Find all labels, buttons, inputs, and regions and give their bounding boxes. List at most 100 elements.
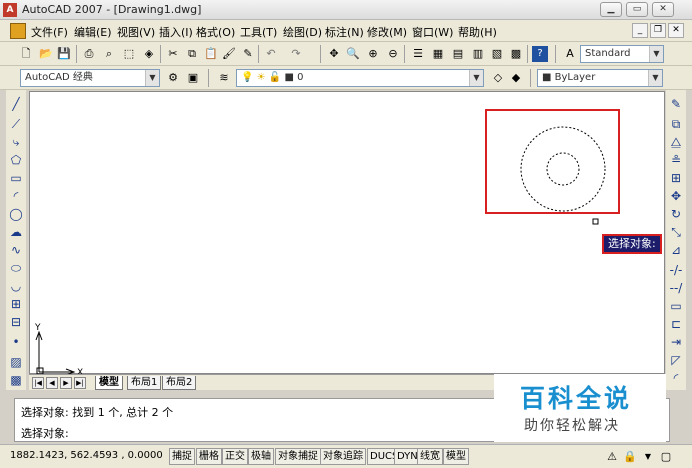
print-icon[interactable]: ⎙ bbox=[81, 46, 97, 62]
tab-layout1[interactable]: 布局1 bbox=[127, 376, 162, 390]
status-menu-icon[interactable]: ▼ bbox=[640, 449, 656, 465]
minimize-icon[interactable]: ▁ bbox=[600, 2, 622, 17]
workspace-settings-icon[interactable]: ⚙ bbox=[165, 70, 181, 86]
prev-tab-icon[interactable]: ◀ bbox=[46, 377, 58, 389]
tab-model[interactable]: 模型 bbox=[95, 376, 123, 390]
save-icon[interactable]: 💾 bbox=[56, 46, 72, 62]
outer-circle[interactable] bbox=[520, 126, 606, 212]
model-space-toggle[interactable]: 模型 bbox=[443, 448, 469, 465]
redo-icon[interactable]: ↷ bbox=[288, 46, 304, 62]
drawing-canvas[interactable]: Y X bbox=[29, 91, 665, 378]
layer-manager-icon[interactable]: ≋ bbox=[216, 70, 232, 86]
menu-edit[interactable]: 编辑(E) bbox=[74, 24, 112, 40]
menu-tools[interactable]: 工具(T) bbox=[240, 24, 277, 40]
insert-block-icon[interactable]: ⊞ bbox=[8, 296, 24, 312]
revision-cloud-icon[interactable]: ☁ bbox=[8, 224, 24, 240]
array-icon[interactable]: ⊞ bbox=[668, 170, 684, 186]
lineweight-toggle[interactable]: 线宽 bbox=[417, 448, 443, 465]
3d-dwf-icon[interactable]: ◈ bbox=[141, 46, 157, 62]
zoom-realtime-icon[interactable]: 🔍 bbox=[345, 46, 361, 62]
block-editor-icon[interactable]: ✎ bbox=[240, 46, 256, 62]
zoom-previous-icon[interactable]: ⊖ bbox=[385, 46, 401, 62]
drawing-doc-icon[interactable] bbox=[10, 23, 26, 39]
make-current-layer-icon[interactable]: ◇ bbox=[490, 70, 506, 86]
break-at-point-icon[interactable]: ⊏ bbox=[668, 316, 684, 332]
scale-icon[interactable]: ⤡ bbox=[668, 224, 684, 240]
rotate-icon[interactable]: ↻ bbox=[668, 206, 684, 222]
erase-icon[interactable]: ✎ bbox=[668, 96, 684, 112]
lock-toolbar-icon[interactable]: 🔒 bbox=[622, 449, 638, 465]
first-tab-icon[interactable]: |◀ bbox=[32, 377, 44, 389]
ellipse-icon[interactable]: ⬭ bbox=[8, 260, 24, 276]
menu-insert[interactable]: 插入(I) bbox=[159, 24, 193, 40]
line-icon[interactable]: ╱ bbox=[8, 96, 24, 112]
menu-modify[interactable]: 修改(M) bbox=[367, 24, 407, 40]
stretch-icon[interactable]: ⊿ bbox=[668, 242, 684, 258]
menu-format[interactable]: 格式(O) bbox=[196, 24, 235, 40]
rectangle-icon[interactable]: ▭ bbox=[8, 170, 24, 186]
new-icon[interactable]: 🗋 bbox=[18, 46, 34, 62]
tab-layout2[interactable]: 布局2 bbox=[162, 376, 197, 390]
trim-icon[interactable]: -/- bbox=[668, 262, 684, 278]
ortho-toggle[interactable]: 正交 bbox=[222, 448, 248, 465]
chamfer-icon[interactable]: ◸ bbox=[668, 352, 684, 368]
design-center-icon[interactable]: ▦ bbox=[430, 46, 446, 62]
tool-palettes-icon[interactable]: ▤ bbox=[450, 46, 466, 62]
text-style-select[interactable]: Standard ▼ bbox=[580, 45, 664, 63]
publish-icon[interactable]: ⬚ bbox=[121, 46, 137, 62]
cut-icon[interactable]: ✂ bbox=[165, 46, 181, 62]
mirror-icon[interactable]: ⧋ bbox=[668, 134, 684, 150]
snap-toggle[interactable]: 捕捉 bbox=[169, 448, 195, 465]
polar-toggle[interactable]: 极轴 bbox=[248, 448, 274, 465]
menu-help[interactable]: 帮助(H) bbox=[458, 24, 497, 40]
calculator-icon[interactable]: ▩ bbox=[508, 46, 524, 62]
menu-window[interactable]: 窗口(W) bbox=[412, 24, 453, 40]
move-icon[interactable]: ✥ bbox=[668, 188, 684, 204]
text-style-icon[interactable]: A bbox=[562, 46, 578, 62]
copy-object-icon[interactable]: ⧉ bbox=[668, 116, 684, 132]
layer-previous-icon[interactable]: ◆ bbox=[508, 70, 524, 86]
join-icon[interactable]: ⇥ bbox=[668, 334, 684, 350]
otrack-toggle[interactable]: 对象追踪 bbox=[320, 448, 366, 465]
match-properties-icon[interactable]: 🖌 bbox=[221, 46, 237, 62]
polyline-icon[interactable]: ⤷ bbox=[8, 134, 24, 150]
maximize-icon[interactable]: ▭ bbox=[626, 2, 648, 17]
pan-icon[interactable]: ✥ bbox=[326, 46, 342, 62]
construction-line-icon[interactable]: ⟋ bbox=[8, 116, 24, 132]
paste-icon[interactable]: 📋 bbox=[203, 46, 219, 62]
coordinates-readout[interactable]: 1882.1423, 562.4593 , 0.0000 bbox=[10, 448, 163, 465]
doc-restore-icon[interactable]: ❐ bbox=[650, 23, 666, 38]
layer-select[interactable]: 💡 ☀ 🔓 ■ 0 ▼ bbox=[236, 69, 484, 87]
break-icon[interactable]: ▭ bbox=[668, 298, 684, 314]
open-icon[interactable]: 📂 bbox=[38, 46, 54, 62]
spline-icon[interactable]: ∿ bbox=[8, 242, 24, 258]
menu-draw[interactable]: 绘图(D) bbox=[283, 24, 322, 40]
circle-icon[interactable]: ◯ bbox=[8, 206, 24, 222]
doc-close-icon[interactable]: ✕ bbox=[668, 23, 684, 38]
sheet-set-icon[interactable]: ▥ bbox=[470, 46, 486, 62]
grid-toggle[interactable]: 栅格 bbox=[196, 448, 222, 465]
workspace-save-icon[interactable]: ▣ bbox=[185, 70, 201, 86]
offset-icon[interactable]: ≗ bbox=[668, 152, 684, 168]
menu-dimension[interactable]: 标注(N) bbox=[325, 24, 364, 40]
hatch-icon[interactable]: ▨ bbox=[8, 354, 24, 370]
workspace-select[interactable]: AutoCAD 经典 ▼ bbox=[20, 69, 160, 87]
polygon-icon[interactable]: ⬠ bbox=[8, 152, 24, 168]
menu-view[interactable]: 视图(V) bbox=[117, 24, 155, 40]
communication-center-icon[interactable]: ⚠ bbox=[604, 449, 620, 465]
doc-minimize-icon[interactable]: _ bbox=[632, 23, 648, 38]
last-tab-icon[interactable]: ▶| bbox=[74, 377, 86, 389]
properties-icon[interactable]: ☰ bbox=[410, 46, 426, 62]
next-tab-icon[interactable]: ▶ bbox=[60, 377, 72, 389]
help-icon[interactable]: ? bbox=[532, 46, 548, 62]
zoom-window-icon[interactable]: ⊕ bbox=[365, 46, 381, 62]
markup-icon[interactable]: ▧ bbox=[489, 46, 505, 62]
undo-icon[interactable]: ↶ bbox=[263, 46, 279, 62]
fillet-icon[interactable]: ◜ bbox=[668, 370, 684, 386]
ellipse-arc-icon[interactable]: ◡ bbox=[8, 278, 24, 294]
clean-screen-icon[interactable]: ▢ bbox=[658, 449, 674, 465]
make-block-icon[interactable]: ⊟ bbox=[8, 314, 24, 330]
point-icon[interactable]: • bbox=[8, 334, 24, 350]
extend-icon[interactable]: --/ bbox=[668, 280, 684, 296]
region-icon[interactable]: ▩ bbox=[8, 372, 24, 388]
